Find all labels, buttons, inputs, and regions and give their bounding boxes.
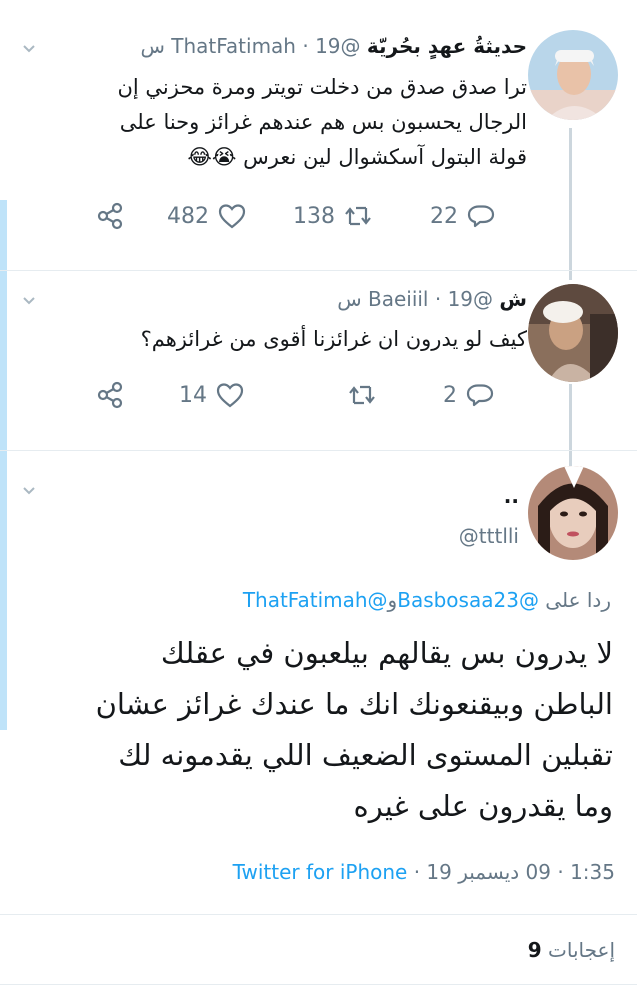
retweet-button[interactable]: 138 xyxy=(293,201,373,231)
mention-link[interactable]: @Basbosaa23 xyxy=(397,588,539,612)
like-count: 482 xyxy=(167,203,209,229)
tweet-text: ترا صدق صدق من دخلت تويتر ومرة محزني إن … xyxy=(47,70,527,175)
reply-button[interactable]: 22 xyxy=(430,201,496,231)
reply-context: ردا على @Basbosaa23و@ThatFatimah xyxy=(11,588,611,612)
thread-connector-2 xyxy=(569,384,572,466)
reply-count: 22 xyxy=(430,203,458,229)
reply-count: 2 xyxy=(443,382,457,408)
thread-connector-1 xyxy=(569,128,572,280)
handle[interactable]: @Baeiiil xyxy=(368,287,493,311)
mention-link[interactable]: @ThatFatimah xyxy=(243,588,388,612)
divider xyxy=(0,984,637,985)
tweet-line: تقبلين المستوى الضعيف اللي يقدمونه لك xyxy=(118,738,613,772)
source-link[interactable]: Twitter for iPhone xyxy=(233,860,408,884)
chevron-down-icon[interactable] xyxy=(22,42,36,56)
divider xyxy=(0,450,637,451)
tweet-line: الرجال يحسبون بس هم عندهم غرائز وحنا على xyxy=(119,110,527,134)
reply-icon xyxy=(467,205,495,228)
like-button[interactable]: 482 xyxy=(167,201,247,231)
reply-icon xyxy=(466,384,494,407)
main-tweet-text: لا يدرون بس يقالهم بيلعبون في عقلك الباط… xyxy=(13,628,613,832)
display-name[interactable]: .. xyxy=(504,484,519,508)
retweet-icon xyxy=(345,206,371,226)
reply-prefix: ردا على xyxy=(545,588,611,612)
retweet-count: 138 xyxy=(293,203,335,229)
tweet-meta: Twitter for iPhone · 09 ديسمبر 19 · 1:35 xyxy=(232,860,615,884)
like-count: 14 xyxy=(179,382,207,408)
chevron-down-icon[interactable] xyxy=(22,294,36,308)
tweet-line: الباطن وبيقنعونك انك ما عندك غرائز عشان xyxy=(95,687,613,721)
avatar[interactable] xyxy=(528,466,618,560)
thread-highlight-bar xyxy=(0,200,7,730)
like-button[interactable]: 14 xyxy=(179,380,245,410)
display-name[interactable]: حديثةُ عهدٍ بحُريّة xyxy=(367,34,527,58)
tweet-line: لا يدرون بس يقالهم بيلعبون في عقلك xyxy=(160,636,613,670)
chevron-down-icon[interactable] xyxy=(22,484,36,498)
reply-and: و xyxy=(387,588,398,612)
share-icon xyxy=(97,381,123,409)
handle[interactable]: @tttlli xyxy=(459,524,519,548)
reply-button[interactable]: 2 xyxy=(443,380,495,410)
display-name[interactable]: ش xyxy=(499,287,527,311)
likes-label: إعجابات xyxy=(548,938,615,962)
tweet-line: ترا صدق صدق من دخلت تويتر ومرة محزني إن xyxy=(117,75,527,99)
retweet-button[interactable] xyxy=(339,380,377,410)
likes-count: 9 xyxy=(527,938,542,962)
share-button[interactable] xyxy=(95,380,125,410)
avatar[interactable] xyxy=(528,284,618,382)
tweet-date: 09 ديسمبر 19 xyxy=(426,860,551,884)
tweet-text: كيف لو يدرون ان غرائزنا أقوى من غرائزهم؟ xyxy=(47,322,527,357)
retweet-icon xyxy=(349,385,375,405)
avatar[interactable] xyxy=(528,30,618,120)
tweet-line: قولة البتول آسكشوال لين نعرس 😭😂 xyxy=(187,145,527,169)
share-icon xyxy=(97,202,123,230)
divider xyxy=(0,914,637,915)
tweet-line: وما يقدرون على غيره xyxy=(353,789,614,823)
heart-icon xyxy=(218,204,246,229)
tweet-time: 1:35 xyxy=(570,860,615,884)
heart-icon xyxy=(216,383,244,408)
likes-stat[interactable]: إعجابات 9 xyxy=(528,938,615,962)
tweet-line: كيف لو يدرون ان غرائزنا أقوى من غرائزهم؟ xyxy=(140,327,527,351)
divider xyxy=(0,270,637,271)
share-button[interactable] xyxy=(95,201,125,231)
